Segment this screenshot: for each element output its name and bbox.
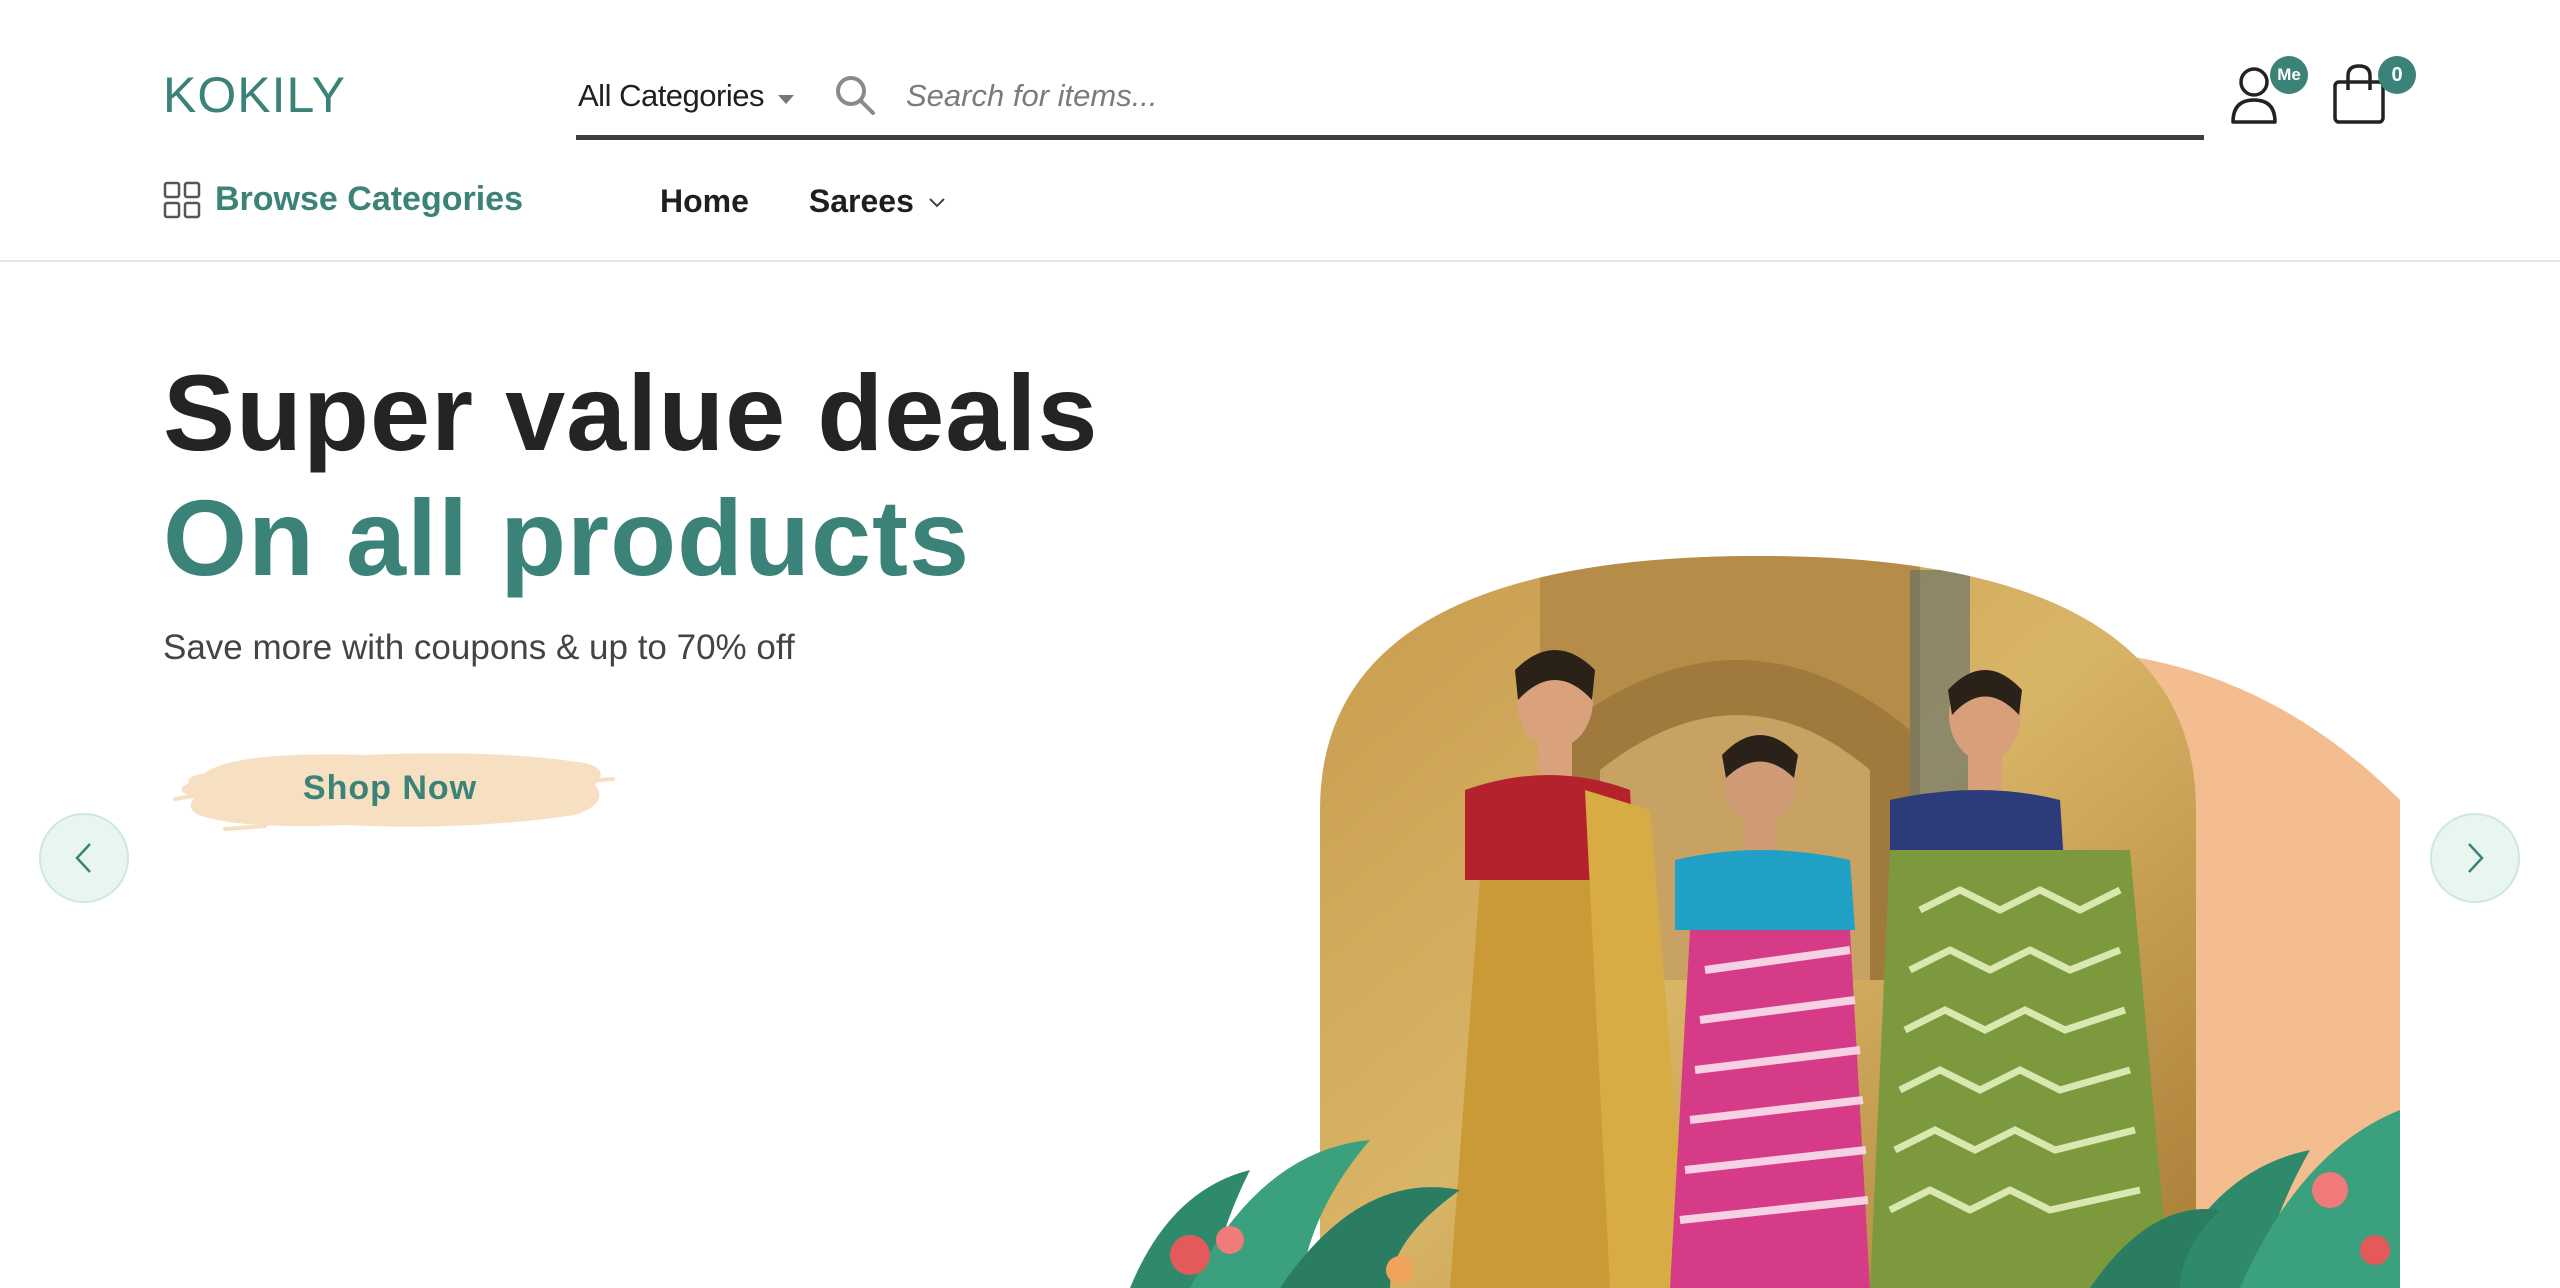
browse-categories-label: Browse Categories <box>215 180 523 218</box>
account-badge: Me <box>2270 56 2308 94</box>
grid-icon <box>163 181 201 218</box>
site-header: KOKILY All Categories Me 0 <box>0 0 2560 262</box>
main-nav: Home Sarees <box>660 183 946 220</box>
cart-count-badge: 0 <box>2378 56 2416 94</box>
hero-subheadline: On all products <box>163 477 971 598</box>
nav-item-home[interactable]: Home <box>660 183 749 220</box>
shop-now-button[interactable]: Shop Now <box>165 733 615 843</box>
carousel-next-button[interactable] <box>2430 813 2520 903</box>
chevron-down-icon <box>929 197 945 207</box>
hero-image <box>1130 556 2400 1288</box>
caret-down-icon <box>777 94 794 104</box>
cart-button[interactable]: 0 <box>2330 56 2416 128</box>
account-button[interactable]: Me <box>2228 56 2308 128</box>
chevron-right-icon <box>2468 843 2484 873</box>
browse-categories-button[interactable]: Browse Categories <box>163 180 523 219</box>
brand-logo[interactable]: KOKILY <box>163 66 346 124</box>
nav-item-label: Sarees <box>808 183 914 219</box>
shop-now-label: Shop Now <box>302 768 478 807</box>
category-select[interactable]: All Categories <box>578 78 794 114</box>
chevron-left-icon <box>75 843 91 873</box>
hero-tagline: Save more with coupons & up to 70% off <box>163 628 795 667</box>
hero-headline: Super value deals <box>163 352 1099 473</box>
nav-item-sarees[interactable]: Sarees <box>809 183 946 220</box>
carousel-prev-button[interactable] <box>39 813 129 903</box>
search-bar: All Categories <box>576 58 2204 140</box>
nav-item-label: Home <box>660 183 749 219</box>
search-icon[interactable] <box>834 74 876 116</box>
search-input[interactable] <box>906 68 2106 124</box>
category-select-label: All Categories <box>578 78 764 113</box>
